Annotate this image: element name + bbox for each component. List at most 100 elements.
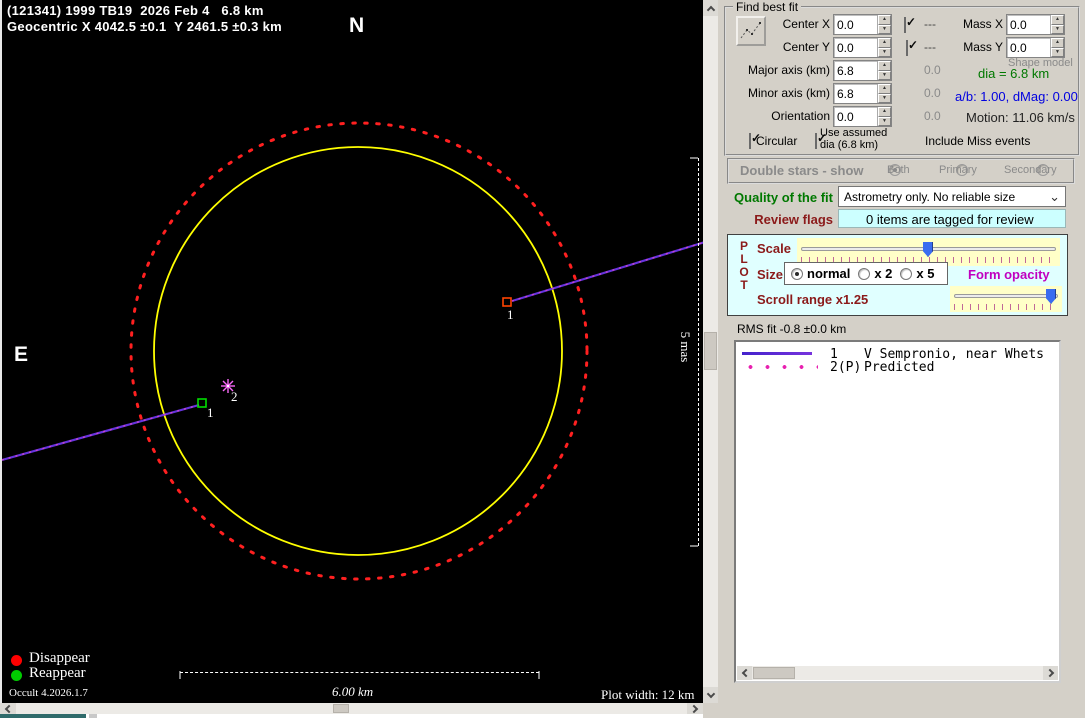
fitted-ellipse-circle bbox=[153, 146, 563, 556]
size-normal-label: normal bbox=[807, 266, 851, 281]
mas-scale-line bbox=[698, 158, 699, 546]
mass-y-input[interactable] bbox=[1007, 38, 1050, 57]
circular-checkbox[interactable]: ✓ bbox=[749, 131, 761, 149]
occultation-plot[interactable]: (121341) 1999 TB19 2026 Feb 4 6.8 km Geo… bbox=[0, 0, 705, 703]
review-flags-label: Review flags bbox=[754, 212, 833, 227]
chevron-down-icon: ⌄ bbox=[1049, 188, 1060, 204]
size-x5-radio[interactable] bbox=[900, 267, 913, 280]
double-secondary-label: Secondary bbox=[1004, 164, 1057, 176]
disappear-point-label: 1 bbox=[507, 307, 514, 322]
chevron-right-icon bbox=[1045, 668, 1054, 678]
minor-axis-input[interactable] bbox=[834, 84, 877, 103]
size-x2-label: x 2 bbox=[874, 266, 893, 281]
list-item[interactable]: 2(P) Predicted bbox=[740, 359, 1055, 375]
chevron-right-icon bbox=[689, 704, 699, 713]
spin-up-icon[interactable]: ▲ bbox=[878, 15, 891, 25]
plot-letter-t: T bbox=[740, 278, 748, 292]
plot-horizontal-scrollbar[interactable] bbox=[0, 703, 703, 714]
form-opacity-slider[interactable] bbox=[950, 286, 1062, 312]
observations-list[interactable]: 1 V Sempronio, near Whets 2(P) Predicted bbox=[734, 340, 1061, 683]
mass-x-input[interactable] bbox=[1007, 15, 1050, 34]
window-bottom-strip bbox=[0, 714, 703, 718]
list-horizontal-scrollbar[interactable] bbox=[737, 666, 1058, 680]
scroll-down-button[interactable] bbox=[703, 687, 718, 703]
spin-down-icon[interactable]: ▼ bbox=[878, 47, 891, 57]
spin-up-icon[interactable]: ▲ bbox=[878, 61, 891, 71]
scale-slider-thumb[interactable] bbox=[923, 242, 933, 257]
spin-down-icon[interactable]: ▼ bbox=[878, 93, 891, 103]
vertical-scroll-thumb[interactable] bbox=[704, 332, 717, 370]
north-label: N bbox=[349, 14, 365, 37]
form-opacity-groove bbox=[954, 294, 1058, 298]
center-x-fit-checkbox[interactable]: ✓ bbox=[904, 15, 916, 33]
size-label: Size bbox=[757, 267, 784, 282]
major-axis-spinner[interactable]: ▲▼ bbox=[833, 60, 892, 81]
use-assumed-dia-checkbox[interactable]: ✓ bbox=[815, 131, 827, 149]
center-x-spinner[interactable]: ▲▼ bbox=[833, 14, 892, 35]
motion-text: Motion: 11.06 km/s bbox=[966, 110, 1075, 125]
horizontal-scroll-thumb[interactable] bbox=[333, 704, 349, 713]
list-scroll-left-button[interactable] bbox=[737, 666, 752, 680]
form-opacity-thumb[interactable] bbox=[1046, 289, 1056, 304]
center-x-input[interactable] bbox=[834, 15, 877, 34]
spin-down-icon[interactable]: ▼ bbox=[878, 70, 891, 80]
chevron-left-icon bbox=[4, 704, 14, 713]
mass-x-label: Mass X bbox=[962, 17, 1003, 31]
center-y-spinner[interactable]: ▲▼ bbox=[833, 37, 892, 58]
scroll-right-button[interactable] bbox=[687, 703, 703, 714]
spin-up-icon[interactable]: ▲ bbox=[1051, 38, 1064, 48]
orientation-spinner[interactable]: ▲▼ bbox=[833, 106, 892, 127]
major-axis-label: Major axis (km) bbox=[747, 63, 830, 77]
scale-label: Scale bbox=[757, 241, 791, 256]
center-y-fit-checkbox[interactable]: ✓ bbox=[906, 38, 918, 56]
mass-y-spinner[interactable]: ▲▼ bbox=[1006, 37, 1065, 58]
spin-down-icon[interactable]: ▼ bbox=[878, 24, 891, 34]
spin-up-icon[interactable]: ▲ bbox=[878, 38, 891, 48]
spin-down-icon[interactable]: ▼ bbox=[1051, 24, 1064, 34]
quality-dropdown[interactable]: Astrometry only. No reliable size ⌄ bbox=[838, 186, 1066, 207]
mass-y-label: Mass Y bbox=[963, 40, 1003, 54]
scale-bar bbox=[180, 672, 539, 673]
size-x5-label: x 5 bbox=[916, 266, 935, 281]
predicted-point-label: 2 bbox=[231, 389, 238, 404]
observation-id: 2(P) bbox=[830, 359, 862, 375]
mass-x-spinner[interactable]: ▲▼ bbox=[1006, 14, 1065, 35]
plot-geocentric-line: Geocentric X 4042.5 ±0.1 Y 2461.5 ±0.3 k… bbox=[7, 19, 283, 34]
size-x2-radio[interactable] bbox=[858, 267, 871, 280]
chord2-dots-sample bbox=[742, 365, 818, 369]
list-scroll-thumb[interactable] bbox=[753, 667, 795, 679]
double-stars-title: Double stars - show bbox=[740, 163, 864, 178]
center-y-input[interactable] bbox=[834, 38, 877, 57]
minor-axis-alt-value: 0.0 bbox=[924, 86, 941, 100]
size-normal-radio[interactable] bbox=[791, 267, 803, 280]
spin-down-icon[interactable]: ▼ bbox=[1051, 47, 1064, 57]
spin-up-icon[interactable]: ▲ bbox=[878, 84, 891, 94]
spin-down-icon[interactable]: ▼ bbox=[878, 116, 891, 126]
occult-fit-window: { "icons": { "checkmark": "✓", "spin_up"… bbox=[0, 0, 1085, 718]
plot-canvas bbox=[2, 121, 705, 679]
orientation-input[interactable] bbox=[834, 107, 877, 126]
checkmark-icon: ✓ bbox=[906, 15, 917, 29]
minor-axis-spinner[interactable]: ▲▼ bbox=[833, 83, 892, 104]
review-flags-text: 0 items are tagged for review bbox=[866, 212, 1034, 227]
scroll-left-button[interactable] bbox=[0, 703, 16, 714]
scroll-range-label: Scroll range x1.25 bbox=[757, 292, 869, 307]
major-axis-input[interactable] bbox=[834, 61, 877, 80]
form-opacity-ticks bbox=[954, 304, 1058, 310]
window-bottom-grip bbox=[89, 714, 97, 718]
double-primary-label: Primary bbox=[939, 164, 977, 176]
center-y-flag: --- bbox=[924, 40, 936, 54]
disappear-marker-square bbox=[502, 297, 512, 307]
spin-up-icon[interactable]: ▲ bbox=[878, 107, 891, 117]
quality-label: Quality of the fit bbox=[734, 190, 833, 205]
axis-ratio-text: a/b: 1.00, dMag: 0.00 bbox=[955, 89, 1078, 104]
orientation-label: Orientation bbox=[771, 109, 830, 123]
plot-vertical-scrollbar[interactable] bbox=[703, 0, 718, 703]
scroll-up-button[interactable] bbox=[703, 0, 718, 16]
major-axis-alt-value: 0.0 bbox=[924, 63, 941, 77]
spin-up-icon[interactable]: ▲ bbox=[1051, 15, 1064, 25]
list-scroll-right-button[interactable] bbox=[1043, 666, 1058, 680]
find-best-fit-title: Find best fit bbox=[733, 0, 802, 14]
double-both-label: Both bbox=[887, 164, 910, 176]
mas-scale-label: 5 mas bbox=[678, 331, 693, 363]
